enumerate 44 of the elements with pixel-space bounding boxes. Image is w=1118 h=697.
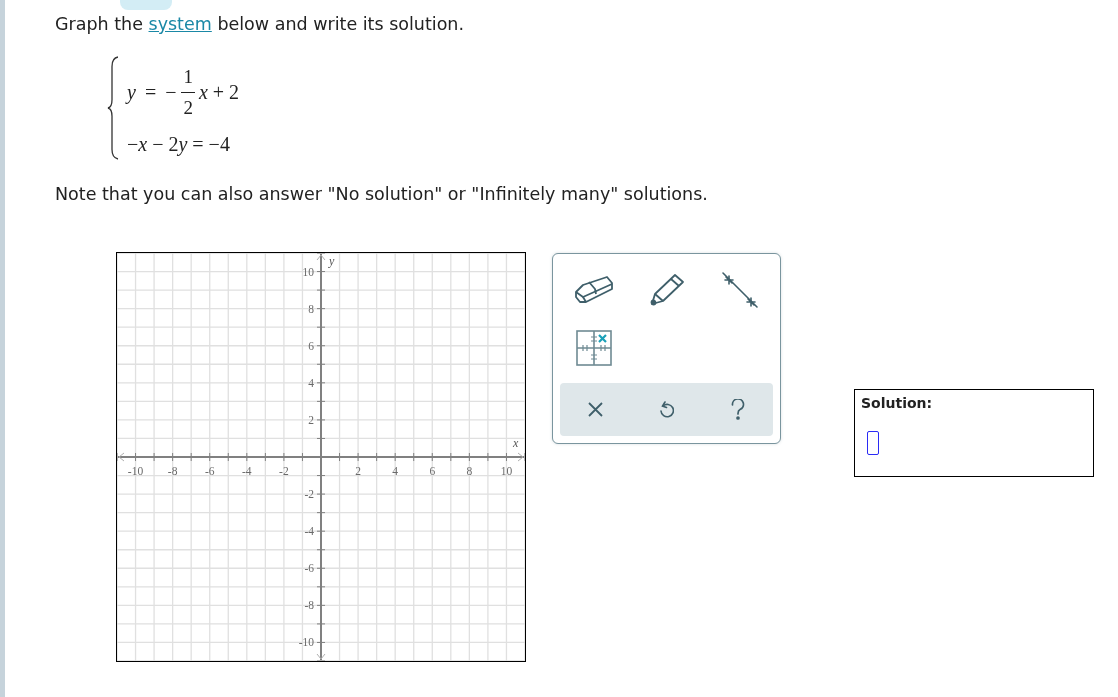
point-tool-button[interactable] <box>573 328 614 368</box>
tick-label: 8 <box>466 465 473 477</box>
undo-button[interactable] <box>657 398 676 421</box>
tick-label: -4 <box>304 525 314 538</box>
graph-point-icon <box>575 330 612 366</box>
coordinate-grid[interactable]: -10 -8 -6 -4 -2 2 4 6 8 10 -10 -8 -6 -4 -2 2 4 6 8 10 x y <box>116 252 526 662</box>
solution-label: Solution: <box>861 395 933 411</box>
tick-label: 2 <box>308 413 314 426</box>
equation-text: y = − <box>127 80 177 104</box>
tick-label: 2 <box>355 465 361 477</box>
eraser-icon <box>573 275 614 305</box>
axis-label: y <box>329 254 335 268</box>
equation-text: x + 2 <box>198 80 240 104</box>
tick-label: 4 <box>392 465 399 477</box>
numerator: 1 <box>182 65 194 89</box>
brace-icon <box>107 56 119 160</box>
system-link[interactable]: system <box>148 14 212 34</box>
line-with-points-icon <box>720 271 759 309</box>
tick-label: 4 <box>308 376 314 389</box>
close-icon <box>588 402 603 417</box>
denominator: 2 <box>182 95 194 119</box>
tick-label: -10 <box>127 465 144 477</box>
tick-label: 8 <box>308 302 314 315</box>
tick-label: 10 <box>302 265 314 278</box>
tick-label: -2 <box>279 465 289 477</box>
tick-label: -6 <box>204 465 215 477</box>
tick-label: -8 <box>304 599 314 612</box>
tick-label: -4 <box>242 465 252 477</box>
tick-label: -10 <box>298 636 314 649</box>
equation-text: −x − 2y = −4 <box>127 132 230 156</box>
undo-icon <box>659 400 674 419</box>
axis-label: x <box>513 436 519 450</box>
tick-label: -8 <box>167 465 178 477</box>
answer-field[interactable] <box>867 431 879 455</box>
tick-label: -6 <box>304 562 314 575</box>
tick-label: -2 <box>304 488 314 501</box>
note-text: Note that you can also answer "No solution" or "Infinitely many" solutions. <box>55 183 708 205</box>
tick-label: 10 <box>500 465 513 477</box>
help-icon <box>730 399 745 420</box>
clear-button[interactable] <box>586 400 605 419</box>
tick-label: 6 <box>429 465 436 477</box>
tick-label: 6 <box>308 339 314 352</box>
pencil-icon <box>648 273 685 307</box>
instruction-text: Graph the system below and write its solution. <box>55 13 464 35</box>
